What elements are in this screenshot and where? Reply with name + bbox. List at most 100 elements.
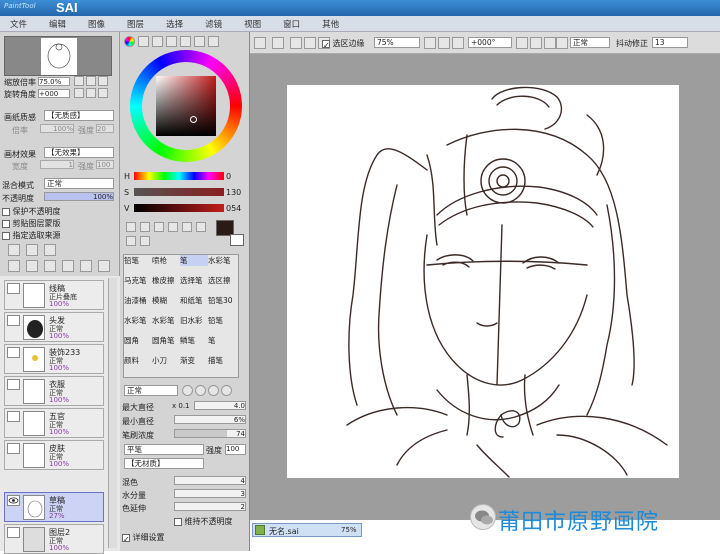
toolbar-redo-icon[interactable] xyxy=(272,37,284,49)
tool-brush-2[interactable]: 笔 xyxy=(208,335,236,346)
secondary-color-swatch[interactable] xyxy=(230,234,244,246)
trash-icon[interactable] xyxy=(62,260,74,272)
brush-shape-icon[interactable] xyxy=(182,385,193,396)
tool-pencil30[interactable]: 铅笔30 xyxy=(208,295,236,306)
min-size-slider[interactable]: 6% xyxy=(174,415,246,424)
rgb-slider-tab-icon[interactable] xyxy=(138,36,149,47)
menu-layer[interactable]: 图层 xyxy=(117,18,156,30)
tool-round-brush[interactable]: 圆角笔 xyxy=(152,335,180,346)
selection-source-box[interactable] xyxy=(2,231,10,240)
new-folder-icon[interactable] xyxy=(44,244,56,256)
keep-opacity-box[interactable] xyxy=(174,517,182,526)
blend-slider[interactable]: 4 xyxy=(174,476,246,485)
menu-other[interactable]: 其他 xyxy=(312,18,351,30)
rotate-icon[interactable] xyxy=(196,222,206,232)
color-wheel-tab-icon[interactable] xyxy=(124,36,135,47)
brush-mode-select[interactable]: 正常 xyxy=(124,385,178,396)
new-linework-layer-icon[interactable] xyxy=(26,244,38,256)
shape-strength-field[interactable]: 100 xyxy=(225,444,246,455)
rotation-select[interactable]: +000° xyxy=(468,37,512,48)
tool-select-pen[interactable]: 选择笔 xyxy=(180,275,208,286)
apply-mask-icon[interactable] xyxy=(98,260,110,272)
protect-opacity-box[interactable] xyxy=(2,207,10,216)
rotate-reset-button[interactable] xyxy=(98,88,108,98)
saturation-slider[interactable] xyxy=(134,188,224,196)
brush-shape-select[interactable]: 平笔 xyxy=(124,444,204,455)
color-picker-cursor[interactable] xyxy=(190,116,197,123)
brush-texture-select[interactable]: 【无材质】 xyxy=(124,458,204,469)
opacity-slider[interactable]: 100% xyxy=(44,192,114,201)
layer-item[interactable]: 头发 正常 100% xyxy=(4,312,104,342)
rect-select-icon[interactable] xyxy=(126,222,136,232)
paper-texture-select[interactable]: 【无质感】 xyxy=(44,110,114,121)
lasso-icon[interactable] xyxy=(140,222,150,232)
visibility-eye-icon[interactable] xyxy=(7,527,20,538)
layer-item[interactable]: 五官 正常 100% xyxy=(4,408,104,438)
detail-settings-checkbox[interactable]: ✓ 详细设置 xyxy=(122,532,165,544)
zoom-icon[interactable] xyxy=(182,222,192,232)
tool-bucket[interactable]: 油漆桶 xyxy=(124,295,152,306)
zoom-out-button[interactable] xyxy=(74,76,84,86)
tool-paint[interactable]: 颜料 xyxy=(124,355,152,366)
clip-mask-checkbox[interactable]: 剪贴图层蒙版 xyxy=(2,218,61,229)
tool-marker[interactable]: 马克笔 xyxy=(124,275,152,286)
swatches-tab-icon[interactable] xyxy=(166,36,177,47)
keep-opacity-checkbox[interactable]: 维持不透明度 xyxy=(174,516,233,527)
mixer-tab-icon[interactable] xyxy=(208,36,219,47)
paper-effect-select[interactable]: 【无效果】 xyxy=(44,147,114,158)
selection-edge-toggle[interactable]: ✓ 选区边缘 xyxy=(322,38,365,50)
rotate-field[interactable]: +000 xyxy=(38,89,70,98)
tool-round[interactable]: 圆角 xyxy=(124,335,152,346)
tool-scale-brush[interactable]: 鳞笔 xyxy=(180,335,208,346)
navigator[interactable] xyxy=(4,36,112,76)
toolbar-rotate-right-icon[interactable] xyxy=(530,37,542,49)
dilution-slider[interactable]: 3 xyxy=(174,489,246,498)
paper-texture-scale[interactable]: 100% xyxy=(40,124,74,133)
rotate-left-button[interactable] xyxy=(74,88,84,98)
toolbar-zoom-reset-icon[interactable] xyxy=(452,37,464,49)
tool-watercolor[interactable]: 水彩笔 xyxy=(208,255,236,266)
tool-pencil-2[interactable]: 铅笔 xyxy=(208,315,236,326)
layer-item[interactable]: 装饰233 正常 100% xyxy=(4,344,104,374)
zoom-select[interactable]: 75% xyxy=(374,37,420,48)
tool-blur[interactable]: 模糊 xyxy=(152,295,180,306)
menu-image[interactable]: 图像 xyxy=(78,18,117,30)
tool-eraser[interactable]: 橡皮擦 xyxy=(152,275,180,286)
toolbar-zoom-out-icon[interactable] xyxy=(424,37,436,49)
tool-pencil[interactable]: 铅笔 xyxy=(124,255,152,266)
menu-select[interactable]: 选择 xyxy=(156,18,195,30)
clip-mask-box[interactable] xyxy=(2,219,10,228)
stabilizer-select[interactable]: 13 xyxy=(652,37,688,48)
magic-wand-icon[interactable] xyxy=(154,222,164,232)
transfer-down-icon[interactable] xyxy=(8,260,20,272)
protect-opacity-checkbox[interactable]: 保护不透明度 xyxy=(2,206,61,217)
visibility-eye-icon[interactable] xyxy=(7,347,20,358)
hand-icon[interactable] xyxy=(126,236,136,246)
new-layer-icon[interactable] xyxy=(8,244,20,256)
toolbar-rotate-reset-icon[interactable] xyxy=(544,37,556,49)
merge-down-icon[interactable] xyxy=(26,260,38,272)
color-wheel[interactable] xyxy=(130,50,242,162)
paper-effect-width[interactable]: 1 xyxy=(40,160,74,169)
tool-gradient[interactable]: 渐变 xyxy=(180,355,208,366)
tool-tracing[interactable]: 描笔 xyxy=(208,355,236,366)
menu-file[interactable]: 文件 xyxy=(0,18,39,30)
tool-select-eraser[interactable]: 选区擦 xyxy=(208,275,236,286)
persistence-slider[interactable]: 2 xyxy=(174,502,246,511)
tool-brush-selected[interactable]: 笔 xyxy=(180,255,208,266)
visibility-eye-icon[interactable] xyxy=(7,283,20,294)
layer-item[interactable]: 线稿 正片叠底 100% xyxy=(4,280,104,310)
zoom-in-button[interactable] xyxy=(86,76,96,86)
hue-slider[interactable] xyxy=(134,172,224,180)
brush-shape-icon[interactable] xyxy=(208,385,219,396)
toolbar-deselect-icon[interactable] xyxy=(290,37,302,49)
tool-watercolor-2[interactable]: 水彩笔 xyxy=(124,315,152,326)
toolbar-invert-icon[interactable] xyxy=(304,37,316,49)
zoom-field[interactable]: 75.0% xyxy=(38,77,70,86)
toolbar-flip-icon[interactable] xyxy=(556,37,568,49)
rotate-right-button[interactable] xyxy=(86,88,96,98)
tool-watercolor-3[interactable]: 水彩笔 xyxy=(152,315,180,326)
toolbar-rotate-left-icon[interactable] xyxy=(516,37,528,49)
paper-effect-strength[interactable]: 100 xyxy=(96,160,114,169)
layer-item[interactable]: 衣服 正常 100% xyxy=(4,376,104,406)
